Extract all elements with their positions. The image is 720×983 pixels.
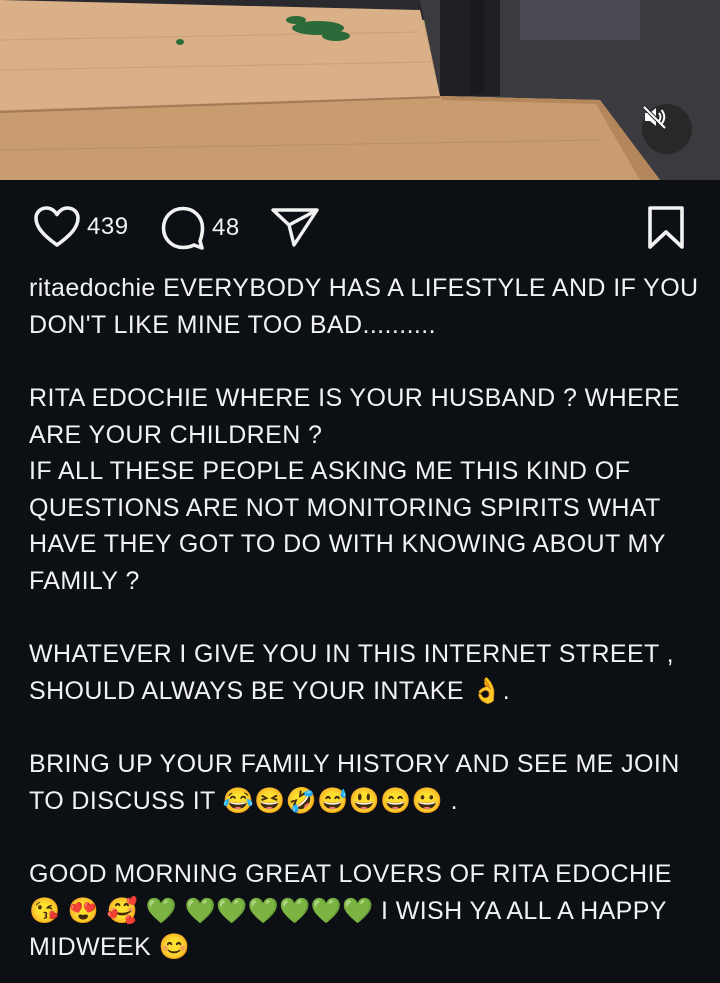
comment-icon — [161, 206, 205, 250]
mute-toggle-button[interactable] — [642, 104, 692, 154]
like-button[interactable]: 439 — [33, 205, 129, 249]
heart-icon — [34, 206, 80, 247]
like-count[interactable]: 439 — [87, 213, 129, 241]
comment-count[interactable]: 48 — [212, 214, 240, 242]
caption-line-3: IF ALL THESE PEOPLE ASKING ME THIS KIND … — [29, 457, 666, 595]
speaker-muted-icon — [642, 105, 667, 130]
caption-paragraph-1: ritaedochie EVERYBODY HAS A LIFESTYLE AN… — [29, 270, 699, 343]
share-button[interactable] — [270, 206, 320, 248]
send-icon — [271, 208, 319, 247]
caption-line-5: BRING UP YOUR FAMILY HISTORY AND SEE ME … — [29, 750, 680, 815]
caption-line-2: RITA EDOCHIE WHERE IS YOUR HUSBAND ? WHE… — [29, 384, 680, 449]
caption-line-6: GOOD MORNING GREAT LOVERS OF RITA EDOCHI… — [29, 860, 672, 961]
post-caption: ritaedochie EVERYBODY HAS A LIFESTYLE AN… — [29, 270, 699, 966]
post-video[interactable] — [0, 0, 720, 180]
save-button[interactable] — [646, 205, 686, 251]
username-link[interactable]: ritaedochie — [29, 274, 156, 302]
video-frame — [0, 0, 720, 180]
comment-button[interactable]: 48 — [160, 205, 240, 251]
caption-line-4: WHATEVER I GIVE YOU IN THIS INTERNET STR… — [29, 640, 674, 705]
bookmark-icon — [648, 206, 684, 249]
post-action-bar: 439 48 — [0, 180, 720, 276]
